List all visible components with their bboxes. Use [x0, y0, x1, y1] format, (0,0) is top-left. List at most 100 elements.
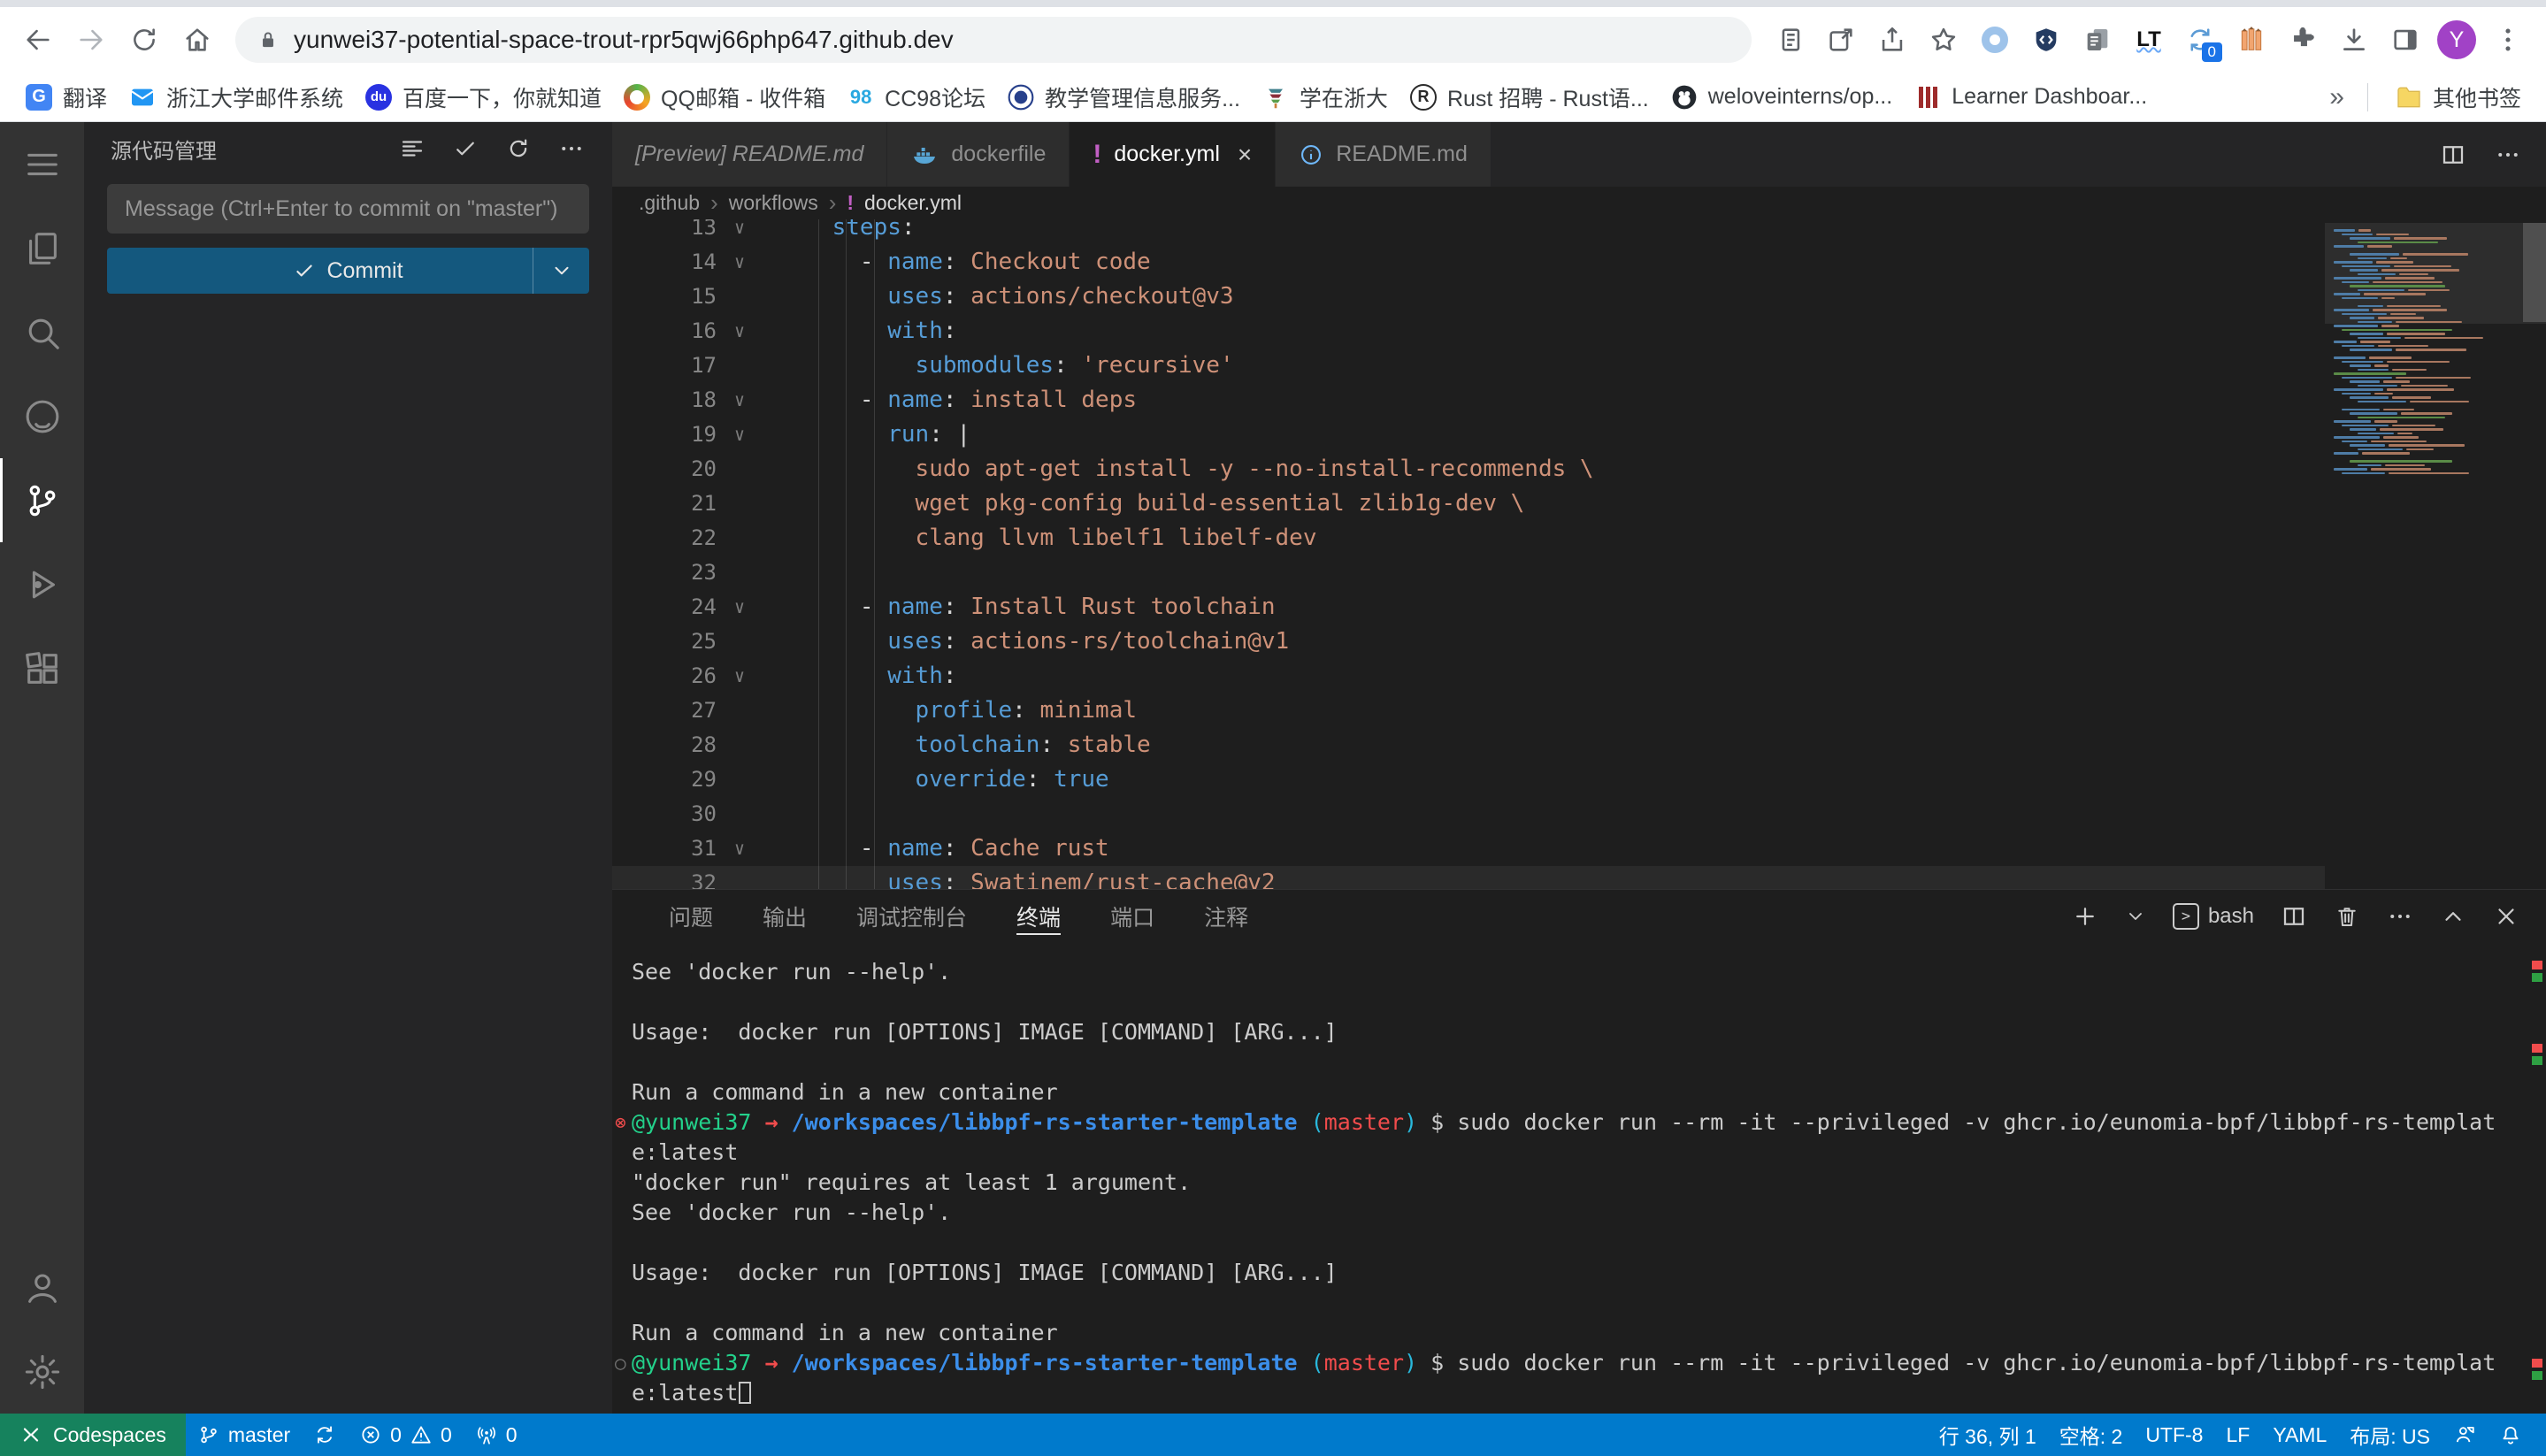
code-line[interactable]: 24∨ - name: Install Rust toolchain [612, 590, 2325, 625]
maximize-panel-icon[interactable] [2440, 903, 2466, 930]
extensions-puzzle-icon[interactable] [2279, 16, 2327, 64]
fold-chevron-icon[interactable]: ∨ [717, 219, 763, 245]
bookmark-item[interactable]: G翻译 [14, 77, 118, 118]
status-indentation[interactable]: 空格: 2 [2048, 1420, 2135, 1450]
activity-settings-gear-icon[interactable] [0, 1330, 84, 1414]
bookmarks-overflow-icon[interactable]: » [2322, 82, 2351, 112]
bookmark-item[interactable]: 学在浙大 [1251, 77, 1399, 118]
back-icon[interactable] [14, 16, 62, 64]
code-line[interactable]: 26∨ with: [612, 659, 2325, 694]
code-line[interactable]: 15 uses: actions/checkout@v3 [612, 280, 2325, 314]
bookmark-item[interactable]: weloveinterns/op... [1660, 79, 1903, 116]
fold-chevron-icon[interactable]: ∨ [717, 314, 763, 349]
code-line[interactable]: 14∨ - name: Checkout code [612, 245, 2325, 280]
new-terminal-icon[interactable] [2072, 903, 2098, 930]
commit-check-icon[interactable] [442, 129, 488, 168]
notifications-bell-icon[interactable] [2488, 1423, 2534, 1446]
code-editor[interactable]: 13∨ steps:14∨ - name: Checkout code15 us… [612, 219, 2546, 889]
address-bar[interactable]: yunwei37-potential-space-trout-rpr5qwj66… [235, 17, 1752, 63]
commit-message-input[interactable]: Message (Ctrl+Enter to commit on "master… [107, 184, 589, 234]
code-line[interactable]: 25 uses: actions-rs/toolchain@v1 [612, 625, 2325, 659]
downloads-icon[interactable] [2330, 16, 2378, 64]
terminal-dropdown-icon[interactable] [2125, 906, 2146, 927]
bookmark-item[interactable]: 教学管理信息服务... [996, 77, 1251, 118]
forwarded-ports-indicator[interactable]: 0 [464, 1414, 529, 1456]
breadcrumb-file[interactable]: docker.yml [864, 191, 962, 215]
remote-indicator-codespaces[interactable]: Codespaces [0, 1414, 186, 1456]
editor-tab[interactable]: README.md [1276, 122, 1492, 187]
activity-hamburger-icon[interactable] [0, 122, 84, 206]
terminal-instance-bash[interactable]: > bash [2173, 903, 2254, 930]
code-line[interactable]: 20 sudo apt-get install -y --no-install-… [612, 452, 2325, 487]
commit-button[interactable]: Commit [107, 248, 589, 294]
branch-indicator[interactable]: master [186, 1414, 302, 1456]
reload-icon[interactable] [120, 16, 168, 64]
activity-github-icon[interactable] [0, 374, 84, 458]
problems-indicator[interactable]: 0 0 [348, 1414, 464, 1456]
code-line[interactable]: 17 submodules: 'recursive' [612, 349, 2325, 383]
share-icon[interactable] [1868, 16, 1916, 64]
code-line[interactable]: 31∨ - name: Cache rust [612, 831, 2325, 866]
code-line[interactable]: 28 toolchain: stable [612, 728, 2325, 762]
split-editor-icon[interactable] [2440, 142, 2466, 168]
fold-chevron-icon[interactable]: ∨ [717, 245, 763, 280]
editor-tab[interactable]: [Preview] README.md [612, 122, 887, 187]
code-line[interactable]: 13∨ steps: [612, 219, 2325, 245]
profile-avatar[interactable]: Y [2433, 16, 2481, 64]
status-language-mode[interactable]: YAML [2261, 1423, 2338, 1447]
reading-list-icon[interactable] [1766, 16, 1814, 64]
open-in-new-icon[interactable] [1817, 16, 1865, 64]
status-keyboard-layout[interactable]: 布局: US [2338, 1420, 2442, 1450]
fold-chevron-icon[interactable]: ∨ [717, 383, 763, 418]
panel-tab[interactable]: 问题 [669, 890, 713, 943]
browser-menu-icon[interactable] [2484, 16, 2532, 64]
bookmark-item[interactable]: du百度一下，你就知道 [354, 77, 612, 118]
bookmark-item[interactable]: QQ邮箱 - 收件箱 [612, 77, 836, 118]
activity-search-icon[interactable] [0, 290, 84, 374]
refresh-icon[interactable] [495, 129, 541, 168]
close-tab-icon[interactable]: × [1238, 141, 1252, 169]
code-line[interactable]: 21 wget pkg-config build-essential zlib1… [612, 487, 2325, 521]
panel-more-icon[interactable] [2387, 903, 2413, 930]
other-bookmarks-folder[interactable]: 其他书签 [2384, 77, 2532, 118]
activity-source-control-icon[interactable] [0, 458, 84, 542]
code-line[interactable]: 30 [612, 797, 2325, 831]
ext-sync-icon[interactable]: 0 [2176, 16, 2224, 64]
ext-ring-icon[interactable] [1971, 16, 2019, 64]
fold-chevron-icon[interactable]: ∨ [717, 831, 763, 866]
close-panel-icon[interactable] [2493, 903, 2519, 930]
code-line[interactable]: 23 [612, 556, 2325, 590]
activity-files-icon[interactable] [0, 206, 84, 290]
terminal-output[interactable]: See 'docker run --help'.Usage: docker ru… [612, 943, 2546, 1414]
status-cursor-position[interactable]: 行 36, 列 1 [1928, 1420, 2048, 1450]
ext-shield-icon[interactable] [2022, 16, 2070, 64]
activity-extensions-icon[interactable] [0, 626, 84, 710]
activity-run-debug-icon[interactable] [0, 542, 84, 626]
editor-scrollbar[interactable] [2523, 223, 2546, 322]
code-line[interactable]: 27 profile: minimal [612, 694, 2325, 728]
code-line[interactable]: 16∨ with: [612, 314, 2325, 349]
bookmark-item[interactable]: Learner Dashboar... [1903, 79, 2158, 116]
panel-tab[interactable]: 输出 [763, 890, 807, 943]
editor-more-actions-icon[interactable] [2495, 142, 2521, 168]
forward-icon[interactable] [67, 16, 115, 64]
fold-chevron-icon[interactable]: ∨ [717, 418, 763, 452]
editor-tab[interactable]: dockerfile [887, 122, 1070, 187]
ext-notes-icon[interactable] [2074, 16, 2121, 64]
ext-pencils-icon[interactable] [2228, 16, 2275, 64]
code-line[interactable]: 32 uses: Swatinem/rust-cache@v2 [612, 866, 2325, 889]
panel-tab[interactable]: 调试控制台 [856, 890, 967, 943]
panel-tab[interactable]: 注释 [1204, 890, 1248, 943]
minimap[interactable] [2325, 219, 2521, 475]
breadcrumb-segment[interactable]: .github [639, 191, 700, 215]
split-terminal-icon[interactable] [2281, 903, 2307, 930]
bookmark-star-icon[interactable] [1920, 16, 1967, 64]
panel-tab[interactable]: 终端 [1016, 890, 1061, 943]
sidebar-toggle-icon[interactable] [2381, 16, 2429, 64]
code-line[interactable]: 22 clang llvm libelf1 libelf-dev [612, 521, 2325, 556]
home-icon[interactable] [173, 16, 221, 64]
status-eol[interactable]: LF [2214, 1423, 2261, 1447]
sync-changes-button[interactable] [302, 1414, 348, 1456]
panel-tab[interactable]: 端口 [1110, 890, 1154, 943]
feedback-icon[interactable] [2442, 1423, 2488, 1446]
